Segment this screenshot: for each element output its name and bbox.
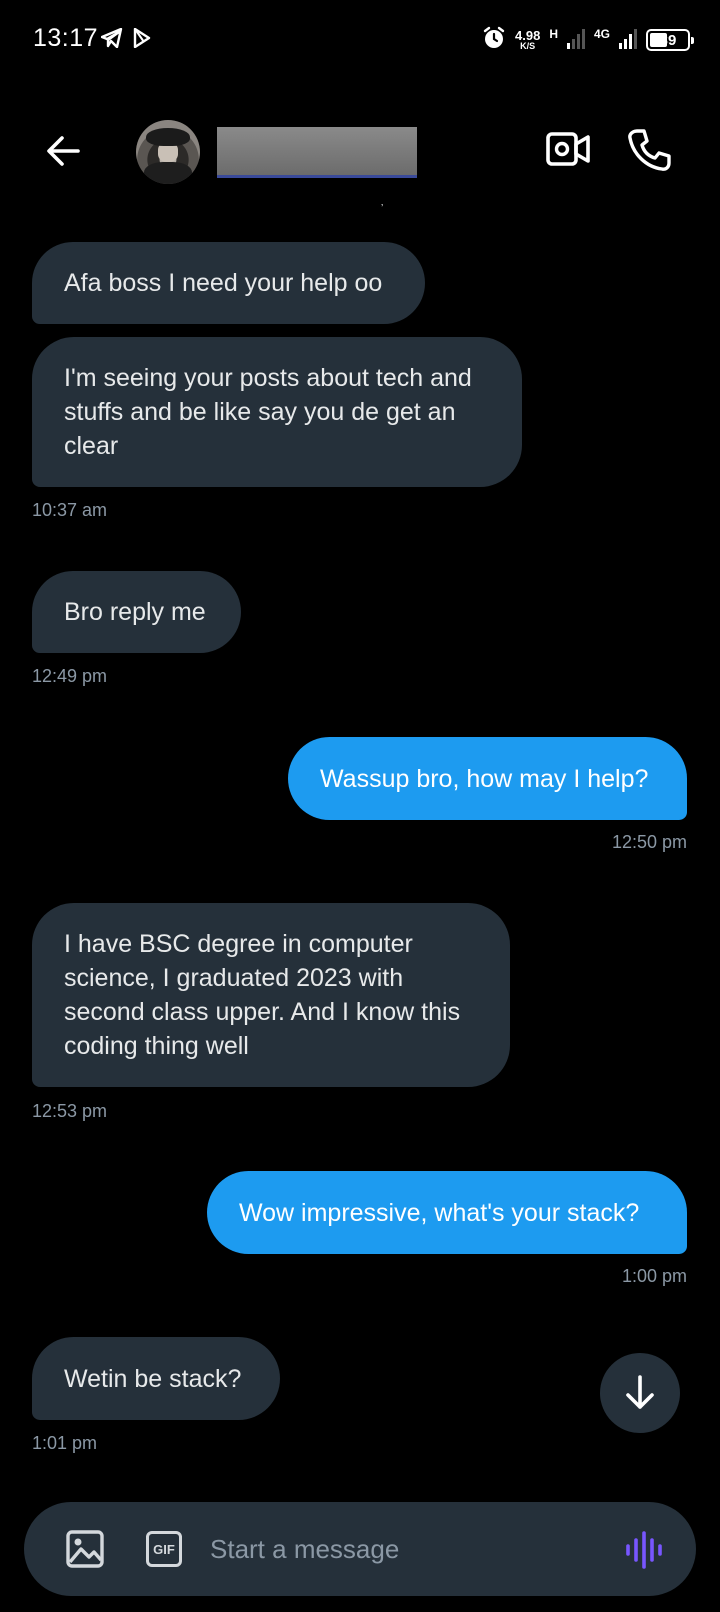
message-bubble-sent[interactable]: Wassup bro, how may I help? (288, 737, 687, 820)
status-bar: 13:17 4.98 K/S H 4G 39 (0, 0, 720, 80)
image-icon (66, 1530, 104, 1568)
video-camera-icon (546, 132, 590, 166)
network-speed-unit: K/S (520, 41, 536, 51)
back-button[interactable] (40, 126, 90, 176)
alarm-icon (482, 26, 506, 55)
phone-icon (628, 129, 671, 171)
message-text: Wow impressive, what's your stack? (239, 1198, 640, 1227)
gif-button[interactable]: GIF (146, 1531, 182, 1567)
contact-name-redacted[interactable] (217, 127, 417, 178)
battery-percent: 39 (659, 31, 677, 49)
voice-waveform-icon (626, 1531, 662, 1569)
arrow-down-icon (626, 1375, 654, 1409)
message-bubble-received[interactable]: Wetin be stack? (32, 1337, 280, 1420)
status-time: 13:17 (33, 24, 99, 52)
dm-conversation-screen: 13:17 4.98 K/S H 4G 39 ’ Afa boss I need… (0, 0, 720, 1612)
cut-off-text-fragment: ’ (381, 203, 384, 214)
message-text: Bro reply me (64, 598, 206, 626)
network-4g-label: 4G (593, 27, 610, 41)
gif-label: GIF (153, 1541, 175, 1557)
voice-call-button[interactable] (625, 126, 673, 174)
message-text: Wassup bro, how may I help? (320, 764, 649, 793)
message-bubble-received[interactable]: Afa boss I need your help oo (32, 242, 425, 324)
message-bubble-received[interactable]: I have BSC degree in computer science, I… (32, 903, 510, 1087)
conversation-header (0, 100, 720, 210)
video-call-button[interactable] (545, 128, 593, 172)
message-composer: GIF (24, 1502, 696, 1596)
network-speed: 4.98 K/S (515, 29, 540, 51)
signal-bars-icon (619, 27, 637, 54)
message-text: Afa boss I need your help oo (64, 269, 383, 297)
message-timestamp: 12:53 pm (32, 1101, 108, 1121)
message-text: I'm seeing your posts about tech and stu… (64, 364, 472, 460)
battery-icon: 39 (646, 29, 694, 51)
message-timestamp: 12:50 pm (611, 832, 687, 852)
message-bubble-received[interactable]: I'm seeing your posts about tech and stu… (32, 337, 522, 487)
message-timestamp: 10:37 am (32, 500, 108, 520)
telegram-icon (100, 27, 123, 53)
message-input[interactable] (210, 1526, 590, 1572)
message-text: I have BSC degree in computer science, I… (64, 930, 461, 1060)
add-image-button[interactable] (65, 1529, 105, 1569)
message-timestamp: 12:49 pm (32, 666, 108, 686)
status-indicators: 4.98 K/S H 4G 39 (482, 22, 694, 58)
signal-bars-icon (566, 27, 585, 54)
message-bubble-sent[interactable]: Wow impressive, what's your stack? (207, 1171, 687, 1254)
contact-avatar[interactable] (136, 120, 200, 184)
network-h-label: H (549, 27, 558, 41)
message-timestamp: 1:01 pm (32, 1433, 98, 1453)
voice-message-button[interactable] (624, 1530, 664, 1570)
message-bubble-received[interactable]: Bro reply me (32, 571, 241, 653)
message-text: Wetin be stack? (64, 1364, 242, 1393)
arrow-left-icon (47, 136, 80, 166)
play-store-icon (133, 27, 151, 53)
scroll-to-bottom-button[interactable] (600, 1353, 680, 1433)
message-timestamp: 1:00 pm (621, 1266, 687, 1286)
